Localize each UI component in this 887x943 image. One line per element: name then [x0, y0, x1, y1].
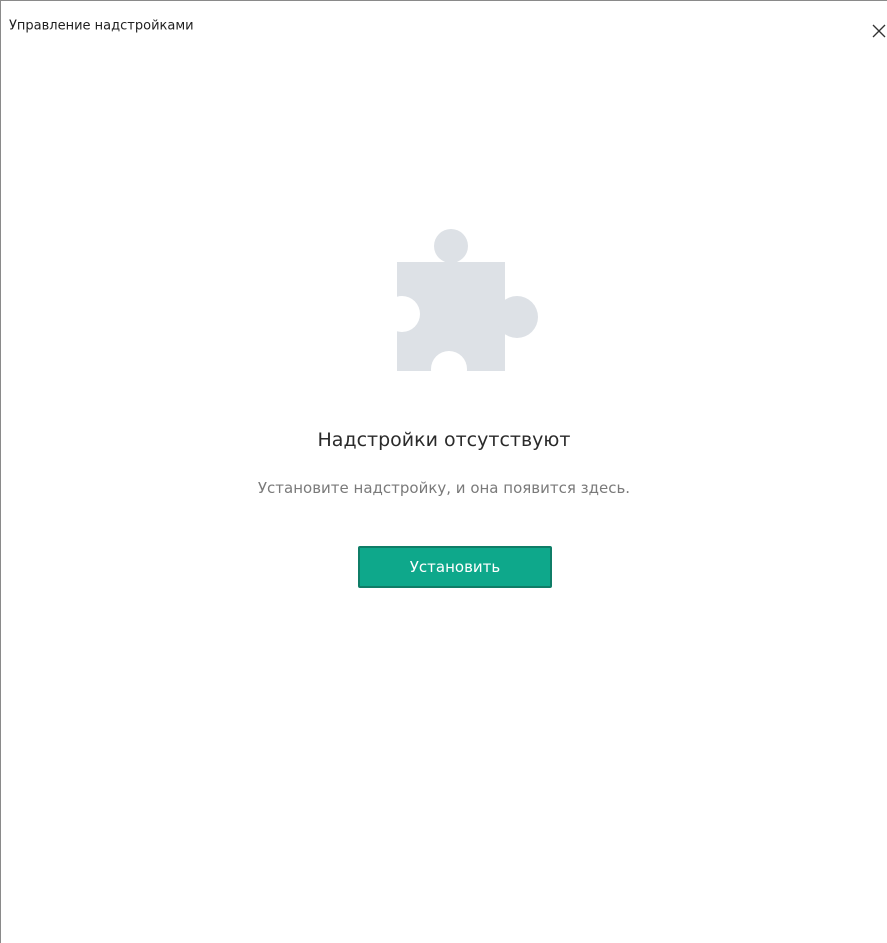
dialog-title: Управление надстройками	[9, 18, 194, 34]
dialog-titlebar: Управление надстройками	[1, 1, 887, 38]
puzzle-piece-icon	[397, 229, 538, 371]
install-button[interactable]: Установить	[358, 546, 552, 588]
close-icon	[872, 24, 886, 38]
install-button-label: Установить	[409, 558, 501, 576]
addins-dialog: Управление надстройками Надстройки отсут…	[0, 0, 887, 943]
close-button[interactable]	[871, 23, 887, 39]
empty-state-subtitle: Установите надстройку, и она появится зд…	[257, 479, 631, 497]
empty-state-title: Надстройки отсутствуют	[317, 429, 571, 451]
